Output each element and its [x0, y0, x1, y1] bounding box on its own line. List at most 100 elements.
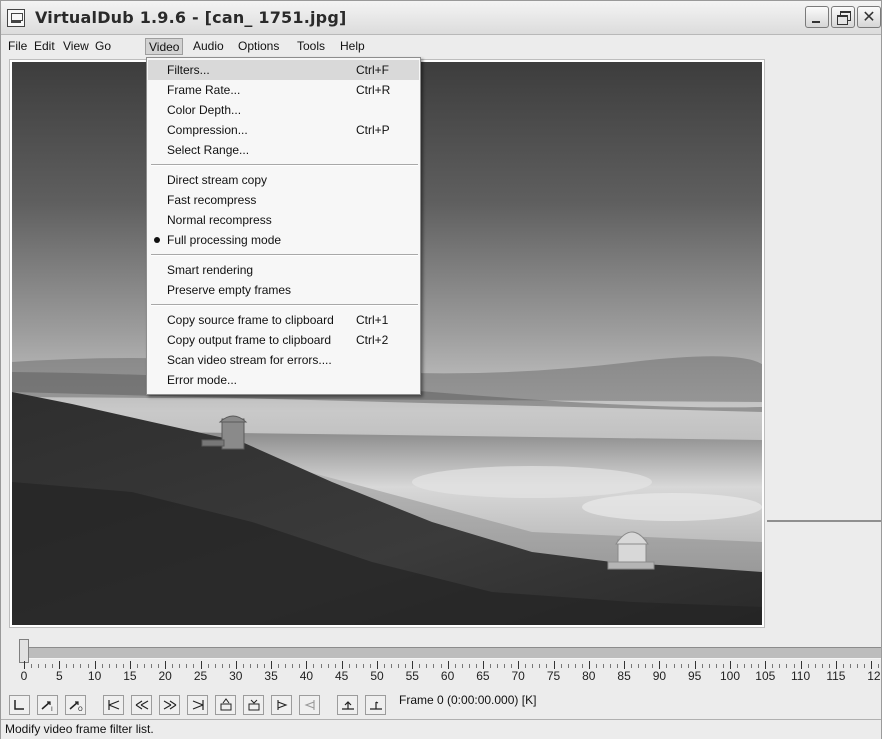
menu-item-frame-rate[interactable]: Frame Rate... Ctrl+R: [148, 80, 419, 100]
menu-item-color-depth[interactable]: Color Depth...: [148, 100, 419, 120]
menu-audio[interactable]: Audio: [190, 38, 227, 55]
menu-item-fast-recompress[interactable]: Fast recompress: [148, 190, 419, 210]
timeline-major-tick: [835, 661, 837, 669]
maximize-icon[interactable]: [831, 6, 855, 28]
menu-tools[interactable]: Tools: [294, 38, 328, 55]
menu-item-preserve-empty-frames[interactable]: Preserve empty frames: [148, 280, 419, 300]
timeline-minor-tick: [673, 664, 675, 668]
menu-item-shortcut: Ctrl+P: [356, 123, 390, 137]
timeline-tick-label: 100: [719, 669, 741, 683]
timeline-minor-tick: [433, 664, 435, 668]
timeline-minor-tick: [758, 664, 760, 668]
timeline-minor-tick: [609, 664, 611, 668]
menu-help[interactable]: Help: [337, 38, 368, 55]
timeline-major-tick: [341, 661, 343, 669]
timeline-minor-tick: [532, 664, 534, 668]
timeline-minor-tick: [327, 664, 329, 668]
timeline-minor-tick: [807, 664, 809, 668]
timeline-minor-tick: [369, 664, 371, 668]
menu-item-compression[interactable]: Compression... Ctrl+P: [148, 120, 419, 140]
timeline-major-tick: [871, 661, 873, 669]
timeline-minor-tick: [652, 664, 654, 668]
timeline-minor-tick: [362, 664, 364, 668]
scene-forward-icon[interactable]: [299, 695, 320, 715]
play-input-icon[interactable]: I: [37, 695, 58, 715]
menu-video[interactable]: Video: [145, 38, 184, 55]
timeline-tick-label: 10: [87, 669, 102, 683]
timeline-minor-tick: [744, 664, 746, 668]
timeline-major-tick: [165, 661, 167, 669]
timeline-tick-label: 55: [405, 669, 419, 683]
timeline-slider-thumb[interactable]: [19, 639, 29, 663]
timeline-major-tick: [694, 661, 696, 669]
mark-in-icon[interactable]: [337, 695, 358, 715]
menu-item-normal-recompress[interactable]: Normal recompress: [148, 210, 419, 230]
menu-item-label: Compression...: [167, 123, 248, 137]
timeline-minor-tick: [391, 664, 393, 668]
close-icon[interactable]: ✕: [857, 6, 881, 28]
next-frame-icon[interactable]: [159, 695, 180, 715]
timeline-minor-tick: [638, 664, 640, 668]
timeline-minor-tick: [645, 664, 647, 668]
timeline-minor-tick: [701, 664, 703, 668]
timeline-minor-tick: [722, 664, 724, 668]
menu-item-full-processing-mode[interactable]: Full processing mode: [148, 230, 419, 250]
timeline-minor-tick: [617, 664, 619, 668]
menu-item-direct-stream-copy[interactable]: Direct stream copy: [148, 170, 419, 190]
timeline-tick-label: 35: [264, 669, 278, 683]
next-keyframe-icon[interactable]: [243, 695, 264, 715]
timeline-minor-tick: [602, 664, 604, 668]
timeline-minor-tick: [680, 664, 682, 668]
menu-go[interactable]: Go: [92, 38, 114, 55]
timeline-minor-tick: [73, 664, 75, 668]
menu-file[interactable]: File: [5, 38, 30, 55]
timeline-minor-tick: [468, 664, 470, 668]
app-icon[interactable]: [7, 9, 25, 27]
timeline-minor-tick: [666, 664, 668, 668]
mark-out-icon[interactable]: [365, 695, 386, 715]
menu-item-shortcut: Ctrl+R: [356, 83, 391, 97]
timeline-minor-tick: [828, 664, 830, 668]
timeline-minor-tick: [228, 664, 230, 668]
stop-icon[interactable]: [9, 695, 30, 715]
menu-item-filters[interactable]: Filters... Ctrl+F: [148, 60, 419, 80]
timeline-tick-label: 65: [476, 669, 490, 683]
timeline-track[interactable]: [23, 647, 881, 659]
status-bar: Modify video frame filter list.: [1, 719, 881, 739]
timeline-minor-tick: [595, 664, 597, 668]
menu-view[interactable]: View: [60, 38, 92, 55]
previous-keyframe-icon[interactable]: [215, 695, 236, 715]
timeline-minor-tick: [631, 664, 633, 668]
menu-item-label: Fast recompress: [167, 193, 257, 207]
menu-item-copy-output-frame[interactable]: Copy output frame to clipboard Ctrl+2: [148, 330, 419, 350]
menu-separator: [151, 304, 418, 306]
timeline-minor-tick: [511, 664, 513, 668]
timeline-minor-tick: [122, 664, 124, 668]
play-output-icon[interactable]: O: [65, 695, 86, 715]
timeline-tick-label: 110: [791, 669, 811, 683]
timeline-tick-label: 25: [193, 669, 208, 683]
menu-options[interactable]: Options: [235, 38, 282, 55]
menu-item-copy-source-frame[interactable]: Copy source frame to clipboard Ctrl+1: [148, 310, 419, 330]
timeline-minor-tick: [461, 664, 463, 668]
title-bar[interactable]: VirtualDub 1.9.6 - [can_ 1751.jpg] ✕: [1, 1, 881, 35]
timeline-minor-tick: [207, 664, 209, 668]
scene-back-icon[interactable]: [271, 695, 292, 715]
menu-item-error-mode[interactable]: Error mode...: [148, 370, 419, 390]
timeline-minor-tick: [87, 664, 89, 668]
timeline-tick-label: 105: [755, 669, 776, 683]
timeline-minor-tick: [581, 664, 583, 668]
timeline-minor-tick: [793, 664, 795, 668]
timeline-minor-tick: [186, 664, 188, 668]
previous-frame-icon[interactable]: [131, 695, 152, 715]
menu-item-select-range[interactable]: Select Range...: [148, 140, 419, 160]
menu-item-smart-rendering[interactable]: Smart rendering: [148, 260, 419, 280]
timeline-major-tick: [518, 661, 520, 669]
end-icon[interactable]: [187, 695, 208, 715]
minimize-icon[interactable]: [805, 6, 829, 28]
menu-item-scan-video-stream[interactable]: Scan video stream for errors....: [148, 350, 419, 370]
timeline-tick-label: 95: [688, 669, 702, 683]
menu-edit[interactable]: Edit: [31, 38, 58, 55]
menu-item-label: Error mode...: [167, 373, 238, 387]
start-icon[interactable]: [103, 695, 124, 715]
